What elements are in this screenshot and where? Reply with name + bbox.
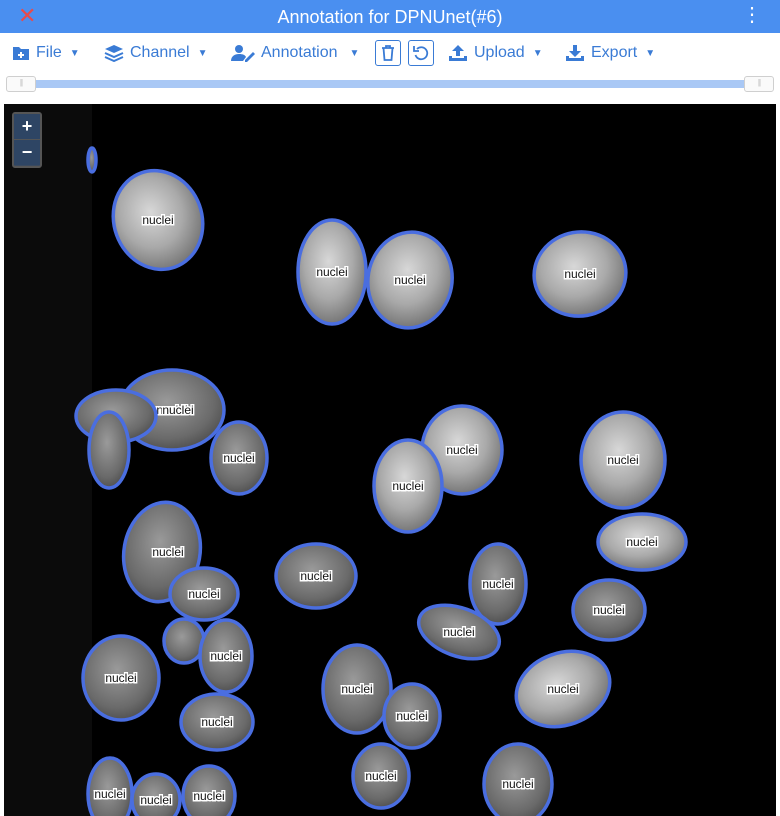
nucleus-annotation[interactable]: nuclei bbox=[130, 772, 182, 816]
chevron-down-icon: ▼ bbox=[532, 47, 543, 59]
nucleus-annotation[interactable]: nuclei bbox=[482, 742, 554, 816]
nucleus-label: nuclei bbox=[223, 451, 254, 465]
user-edit-icon bbox=[231, 44, 255, 62]
nucleus-annotation[interactable]: nuclei bbox=[571, 578, 647, 642]
nucleus-label: nuclei bbox=[564, 267, 595, 281]
nucleus-label: nuclei bbox=[607, 453, 638, 467]
nucleus-annotation[interactable] bbox=[87, 410, 131, 490]
channel-menu-label: Channel bbox=[130, 44, 190, 61]
export-menu-label: Export bbox=[591, 44, 638, 61]
nucleus-annotation[interactable]: nuclei bbox=[168, 566, 240, 622]
nucleus-label: nuclei bbox=[443, 625, 474, 639]
trash-icon bbox=[382, 45, 394, 61]
nucleus-annotation[interactable]: nuclei bbox=[468, 542, 528, 626]
chevron-down-icon: ▼ bbox=[69, 47, 80, 59]
slider-max-handle[interactable] bbox=[744, 76, 774, 92]
nucleus-annotation[interactable]: nuclei bbox=[198, 618, 254, 694]
nucleus-annotation[interactable] bbox=[86, 146, 98, 174]
nucleus-annotation[interactable]: nuclei bbox=[209, 420, 269, 496]
nucleus-outline[interactable] bbox=[86, 146, 98, 174]
nucleus-annotation[interactable]: nuclei bbox=[181, 764, 237, 816]
annotation-menu-label: Annotation bbox=[261, 44, 338, 61]
layers-icon bbox=[104, 44, 124, 62]
file-menu-button[interactable]: File ▼ bbox=[12, 41, 80, 65]
upload-icon bbox=[448, 44, 468, 62]
channel-menu-button[interactable]: Channel ▼ bbox=[104, 41, 208, 65]
nucleus-label: nuclei bbox=[162, 403, 193, 417]
image-canvas[interactable]: nuclei nuclei nuclei nuclei nuclei nuclei nucl… bbox=[4, 104, 776, 816]
nucleus-label: nuclei bbox=[210, 649, 241, 663]
nucleus-annotation[interactable] bbox=[162, 617, 206, 665]
zoom-in-button[interactable]: + bbox=[14, 114, 40, 140]
image-viewer[interactable]: nuclei nuclei nuclei nuclei nuclei nuclei nucl… bbox=[4, 104, 776, 816]
download-icon bbox=[565, 44, 585, 62]
nucleus-annotation[interactable]: nuclei bbox=[81, 634, 161, 722]
nucleus-annotation[interactable]: nuclei bbox=[506, 639, 621, 739]
upload-menu-label: Upload bbox=[474, 44, 525, 61]
upload-menu-button[interactable]: Upload ▼ bbox=[448, 41, 543, 65]
nucleus-label: nuclei bbox=[188, 587, 219, 601]
delete-button[interactable] bbox=[375, 40, 401, 66]
nucleus-label: nuclei bbox=[142, 213, 173, 227]
more-options-icon[interactable]: ⋮ bbox=[742, 4, 762, 26]
nucleus-annotation[interactable]: nuclei bbox=[179, 692, 255, 752]
nucleus-label: nuclei bbox=[593, 603, 624, 617]
undo-icon bbox=[413, 46, 429, 61]
nucleus-annotation[interactable]: nuclei bbox=[296, 218, 368, 326]
file-menu-label: File bbox=[36, 44, 62, 61]
nucleus-label: nuclei bbox=[626, 535, 657, 549]
export-menu-button[interactable]: Export ▼ bbox=[565, 41, 655, 65]
nucleus-annotation[interactable]: nuclei bbox=[351, 742, 411, 810]
nucleus-annotation[interactable]: nuclei bbox=[274, 542, 358, 610]
nucleus-label: nuclei bbox=[396, 709, 427, 723]
title-bar: ✕ Annotation for DPNUnet(#6) ⋮ bbox=[0, 0, 780, 33]
nucleus-outline[interactable] bbox=[162, 617, 206, 665]
nucleus-label: nuclei bbox=[482, 577, 513, 591]
chevron-down-icon: ▼ bbox=[349, 47, 360, 59]
nucleus-label: nuclei bbox=[94, 787, 125, 801]
zoom-control: + − bbox=[12, 112, 42, 168]
nucleus-annotation[interactable]: nuclei bbox=[527, 225, 632, 324]
nucleus-annotation[interactable]: nuclei bbox=[100, 158, 217, 282]
nucleus-label: nuclei bbox=[201, 715, 232, 729]
nucleus-label: nuclei bbox=[105, 671, 136, 685]
nucleus-label: nuclei bbox=[152, 545, 183, 559]
nucleus-annotation[interactable]: nuclei bbox=[596, 512, 688, 572]
nucleus-outline[interactable] bbox=[87, 410, 131, 490]
nucleus-annotation[interactable]: nuclei bbox=[382, 682, 442, 750]
chevron-down-icon: ▼ bbox=[645, 47, 656, 59]
annotation-menu-button[interactable]: Annotation ▼ bbox=[231, 41, 359, 65]
nucleus-label: nuclei bbox=[316, 265, 347, 279]
slider-min-handle[interactable] bbox=[6, 76, 36, 92]
nucleus-label: nuclei bbox=[394, 273, 425, 287]
undo-button[interactable] bbox=[408, 40, 434, 66]
folder-add-icon bbox=[12, 45, 30, 61]
range-slider[interactable] bbox=[6, 76, 774, 92]
nucleus-label: nuclei bbox=[392, 479, 423, 493]
nucleus-label: nuclei bbox=[193, 789, 224, 803]
window-title: Annotation for DPNUnet(#6) bbox=[277, 7, 503, 27]
nucleus-label: nuclei bbox=[341, 682, 372, 696]
zoom-out-button[interactable]: − bbox=[14, 140, 40, 165]
chevron-down-icon: ▼ bbox=[197, 47, 208, 59]
nucleus-label: nuclei bbox=[502, 777, 533, 791]
image-border-region bbox=[4, 104, 92, 816]
nucleus-annotation[interactable]: nuclei bbox=[86, 756, 134, 816]
nucleus-annotation[interactable]: nuclei bbox=[360, 225, 459, 334]
nucleus-annotation[interactable]: nuclei bbox=[321, 643, 393, 735]
nucleus-label: nuclei bbox=[300, 569, 331, 583]
nucleus-label: nuclei bbox=[547, 682, 578, 696]
nucleus-label: nuclei bbox=[446, 443, 477, 457]
nucleus-annotation[interactable]: nuclei bbox=[372, 438, 444, 534]
nucleus-label: nuclei bbox=[140, 793, 171, 807]
slider-track bbox=[20, 80, 760, 88]
nucleus-annotation[interactable]: nuclei bbox=[579, 410, 667, 510]
nucleus-label: nuclei bbox=[365, 769, 396, 783]
